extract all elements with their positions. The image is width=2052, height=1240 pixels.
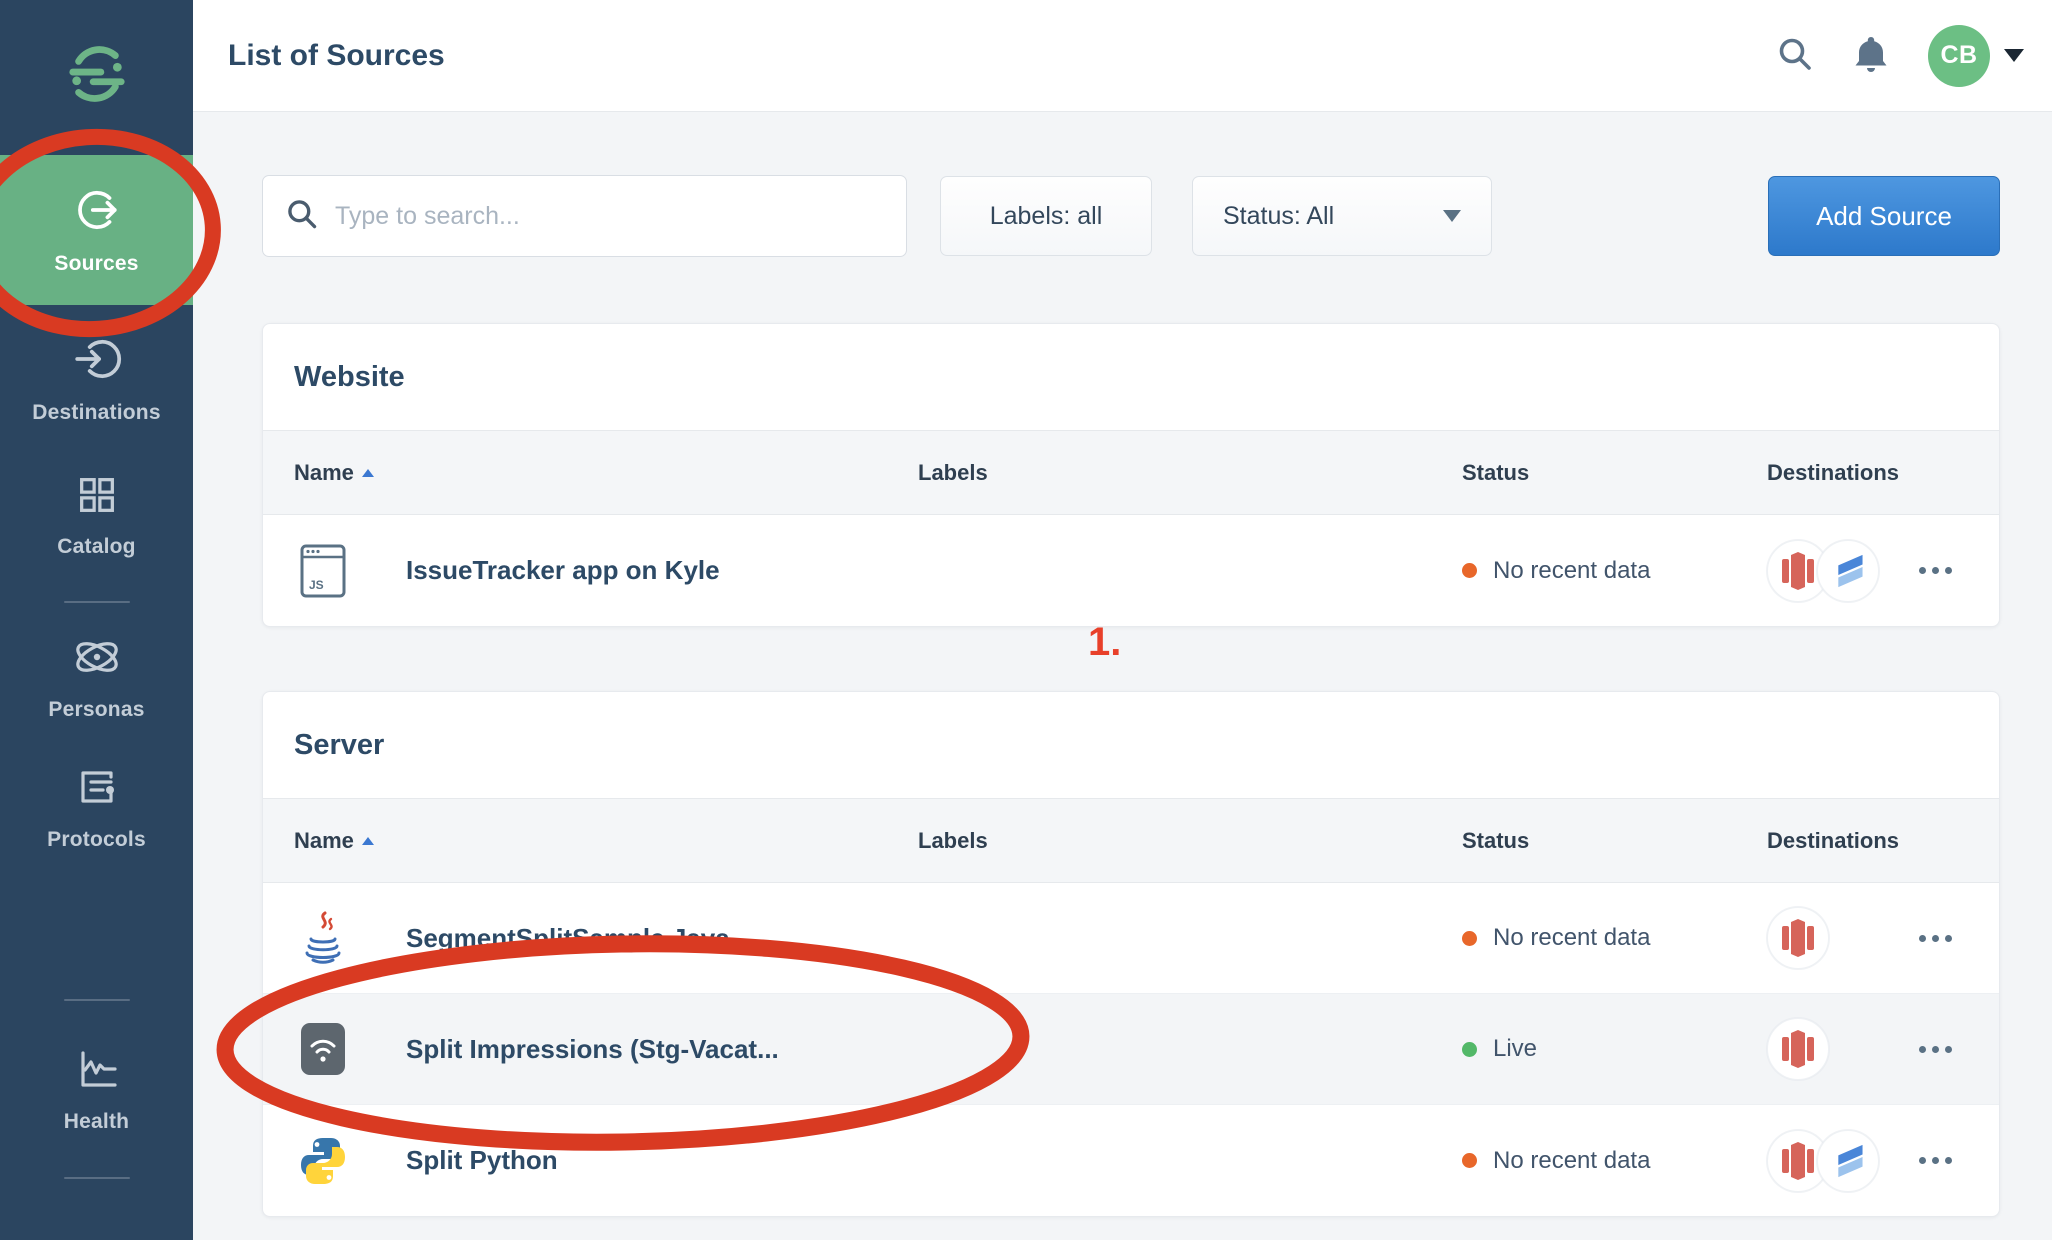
sidebar-item-sources[interactable]: Sources: [0, 155, 193, 305]
source-name-link[interactable]: Split Impressions (Stg-Vacat...: [406, 1034, 779, 1065]
status-filter-dropdown[interactable]: Status: All: [1192, 176, 1492, 256]
sidebar-item-label: Personas: [48, 698, 144, 722]
http-api-source-icon: [294, 1020, 352, 1078]
status-text: No recent data: [1493, 1147, 1650, 1175]
java-source-icon: [294, 909, 352, 967]
search-input[interactable]: [335, 202, 884, 231]
status-dot-warning: [1462, 563, 1477, 578]
toolbar: Labels: all Status: All Add Source: [262, 175, 2000, 257]
sources-icon: [72, 185, 122, 240]
table-row[interactable]: Split Impressions (Stg-Vacat... Live: [263, 994, 1999, 1105]
sidebar-item-label: Destinations: [32, 401, 160, 425]
sidebar-item-label: Catalog: [57, 535, 135, 559]
protocols-icon: [73, 763, 121, 816]
source-name-link[interactable]: Split Python: [406, 1145, 558, 1176]
column-header-name[interactable]: Name: [294, 460, 918, 486]
page-title: List of Sources: [228, 39, 445, 73]
status-text: No recent data: [1493, 557, 1650, 585]
status-cell: No recent data: [1462, 557, 1767, 585]
chevron-down-icon: [1443, 210, 1461, 222]
sidebar-divider: [64, 1177, 130, 1179]
sidebar-item-personas[interactable]: Personas: [0, 629, 193, 725]
sidebar-divider: [64, 601, 130, 603]
status-cell: No recent data: [1462, 1147, 1767, 1175]
svg-text:JS: JS: [309, 578, 324, 592]
status-dot-warning: [1462, 1153, 1477, 1168]
account-menu[interactable]: CB: [1928, 25, 2024, 87]
status-filter-label: Status: All: [1223, 202, 1334, 231]
column-header-status: Status: [1462, 828, 1767, 854]
table-header-row: Name Labels Status Destinations: [263, 798, 1999, 883]
row-menu-ellipsis-icon[interactable]: [1909, 557, 1962, 584]
website-section-card: Website Name Labels Status Destinations: [262, 323, 2000, 627]
javascript-source-icon: JS: [294, 543, 352, 599]
add-source-button[interactable]: Add Source: [1768, 176, 2000, 256]
status-cell: Live: [1462, 1035, 1767, 1063]
health-chart-icon: [73, 1045, 121, 1098]
segment-logo[interactable]: [66, 36, 128, 112]
notifications-button[interactable]: [1852, 34, 1890, 77]
column-header-name[interactable]: Name: [294, 828, 918, 854]
section-title: Website: [263, 324, 1999, 430]
column-header-destinations: Destinations: [1767, 828, 1968, 854]
source-name-link[interactable]: IssueTracker app on Kyle: [406, 555, 720, 586]
personas-icon: [71, 633, 123, 686]
top-bar: List of Sources CB: [193, 0, 2052, 112]
status-text: No recent data: [1493, 924, 1650, 952]
labels-filter-button[interactable]: Labels: all: [940, 176, 1152, 256]
status-cell: No recent data: [1462, 924, 1767, 952]
row-menu-ellipsis-icon[interactable]: [1909, 1036, 1962, 1063]
server-section-card: Server Name Labels Status Destinations: [262, 691, 2000, 1217]
destinations-icon: [72, 334, 122, 389]
sort-ascending-icon: [362, 469, 374, 477]
table-row[interactable]: JS IssueTracker app on Kyle No recent da…: [263, 515, 1999, 626]
sidebar-item-protocols[interactable]: Protocols: [0, 761, 193, 853]
column-header-labels: Labels: [918, 828, 1462, 854]
redshift-destination-icon[interactable]: [1767, 907, 1829, 969]
status-dot-warning: [1462, 931, 1477, 946]
search-icon: [285, 197, 319, 236]
global-search-button[interactable]: [1776, 35, 1814, 76]
sidebar-item-catalog[interactable]: Catalog: [0, 469, 193, 561]
source-name-link[interactable]: SegmentSplitSample Java: [406, 923, 730, 954]
sort-ascending-icon: [362, 837, 374, 845]
sql-destination-icon[interactable]: [1817, 540, 1879, 602]
column-header-destinations: Destinations: [1767, 460, 1968, 486]
column-header-status: Status: [1462, 460, 1767, 486]
column-header-labels: Labels: [918, 460, 1462, 486]
python-source-icon: [294, 1134, 352, 1188]
table-header-row: Name Labels Status Destinations: [263, 430, 1999, 515]
sql-destination-icon[interactable]: [1817, 1130, 1879, 1192]
redshift-destination-icon[interactable]: [1767, 1018, 1829, 1080]
row-menu-ellipsis-icon[interactable]: [1909, 925, 1962, 952]
table-row[interactable]: Split Python No recent data: [263, 1105, 1999, 1216]
sidebar-item-label: Health: [64, 1110, 129, 1134]
sidebar-item-health[interactable]: Health: [0, 1043, 193, 1135]
bell-icon: [1852, 34, 1890, 77]
sidebar-item-label: Sources: [54, 252, 138, 276]
avatar[interactable]: CB: [1928, 25, 1990, 87]
search-box[interactable]: [262, 175, 907, 257]
sidebar-divider: [64, 999, 130, 1001]
status-text: Live: [1493, 1035, 1537, 1063]
sidebar-item-destinations[interactable]: Destinations: [0, 331, 193, 427]
chevron-down-icon: [2004, 49, 2024, 62]
table-row[interactable]: SegmentSplitSample Java No recent data: [263, 883, 1999, 994]
catalog-icon: [74, 472, 120, 523]
section-title: Server: [263, 692, 1999, 798]
sidebar-item-label: Protocols: [47, 828, 146, 852]
main-content: Labels: all Status: All Add Source Websi…: [193, 112, 2052, 1240]
search-icon: [1776, 35, 1814, 76]
sidebar: Sources Destinations Catalog: [0, 0, 193, 1240]
row-menu-ellipsis-icon[interactable]: [1909, 1147, 1962, 1174]
status-dot-live: [1462, 1042, 1477, 1057]
